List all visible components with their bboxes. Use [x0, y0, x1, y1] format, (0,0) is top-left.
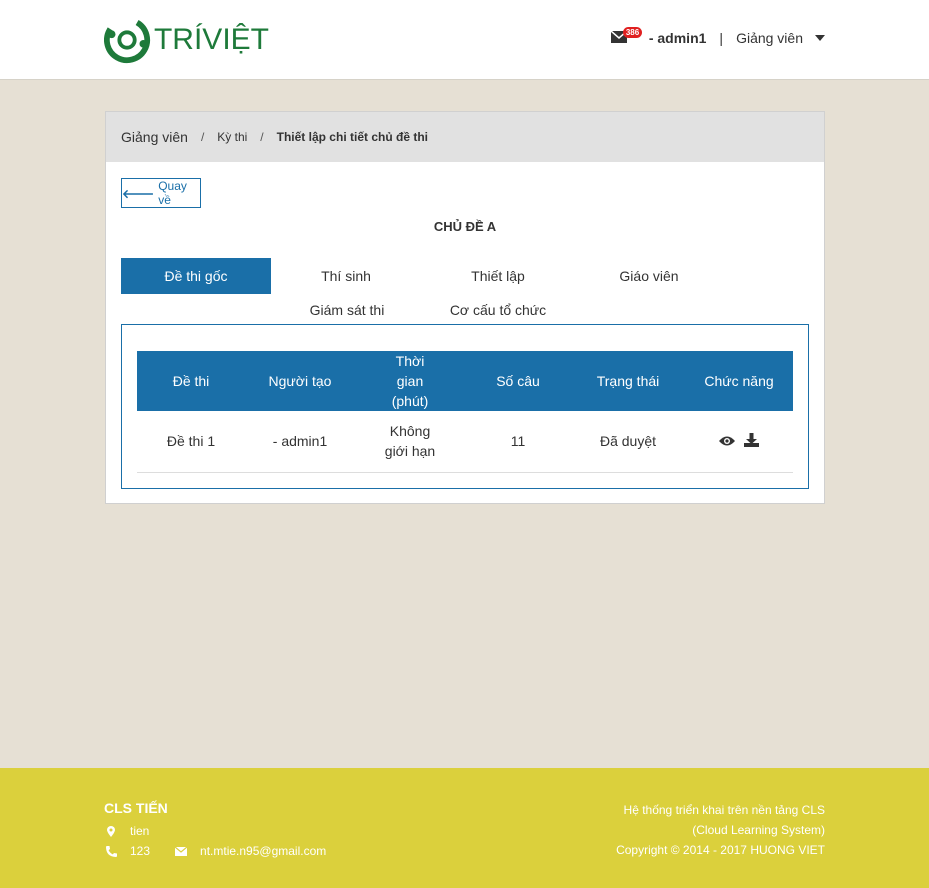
logo[interactable]: TRÍVIỆT — [104, 13, 269, 67]
main-panel: Giảng viên / Kỳ thi / Thiết lập chi tiết… — [105, 111, 825, 504]
footer-location: tien — [130, 824, 150, 838]
tab-org-structure[interactable]: Cơ cấu tổ chức — [423, 292, 573, 328]
username[interactable]: - admin1 — [649, 30, 707, 46]
tab-proctors[interactable]: Giám sát thi — [272, 292, 422, 328]
download-icon[interactable] — [744, 432, 760, 452]
cell-exam-name: Đề thi 1 — [137, 411, 245, 473]
logo-icon — [104, 16, 151, 64]
phone-icon — [104, 845, 118, 857]
cell-status: Đã duyệt — [571, 411, 685, 473]
header-separator: | — [719, 30, 724, 46]
cell-actions — [685, 411, 793, 473]
breadcrumb-item-lecturer[interactable]: Giảng viên — [121, 129, 188, 145]
tab-original-exam[interactable]: Đề thi gốc — [121, 258, 271, 294]
back-button-label: Quay về — [158, 179, 187, 207]
header-actions: Chức năng — [685, 351, 793, 411]
breadcrumb-separator: / — [260, 130, 264, 144]
footer-contact: CLS TIẾN tien 123 nt.mtie.n95@gmail.com — [104, 800, 326, 861]
header-time: Thời gian (phút) — [355, 351, 465, 411]
exam-table: Đề thi Người tạo Thời gian (phút) Số câu… — [137, 351, 793, 473]
footer-location-row: tien — [104, 821, 326, 841]
breadcrumb: Giảng viên / Kỳ thi / Thiết lập chi tiết… — [106, 112, 824, 162]
footer-title: CLS TIẾN — [104, 800, 168, 816]
tab-settings[interactable]: Thiết lập — [423, 258, 573, 294]
header-exam: Đề thi — [137, 351, 245, 411]
footer-copyright: Copyright © 2014 - 2017 HUONG VIET — [616, 843, 825, 857]
breadcrumb-item-exam[interactable]: Kỳ thi — [217, 130, 247, 144]
footer: CLS TIẾN tien 123 nt.mtie.n95@gmail.com … — [0, 768, 929, 888]
breadcrumb-item-current: Thiết lập chi tiết chủ đề thi — [276, 130, 428, 144]
page-title: CHỦ ĐỀ A — [433, 219, 497, 234]
arrow-left-icon: 🡐 — [122, 186, 155, 201]
footer-info: Hệ thống triển khai trên nền tảng CLS (C… — [616, 800, 825, 860]
cell-questions: 11 — [465, 411, 571, 473]
envelope-icon — [174, 846, 188, 856]
map-marker-icon — [104, 825, 118, 837]
header-status: Trạng thái — [571, 351, 685, 411]
footer-email[interactable]: nt.mtie.n95@gmail.com — [200, 844, 326, 858]
user-area: 386 - admin1 | Giảng viên — [610, 27, 825, 46]
footer-phone: 123 — [130, 844, 151, 858]
eye-icon[interactable] — [718, 432, 735, 452]
top-header: TRÍVIỆT 386 - admin1 | Giảng viên — [0, 0, 929, 80]
exam-content-box: Đề thi Người tạo Thời gian (phút) Số câu… — [121, 324, 809, 489]
footer-platform-text: Hệ thống triển khai trên nền tảng CLS — [623, 803, 825, 817]
table-header-row: Đề thi Người tạo Thời gian (phút) Số câu… — [137, 351, 793, 411]
header-questions: Số câu — [465, 351, 571, 411]
tab-teachers[interactable]: Giáo viên — [574, 258, 724, 294]
table-row: Đề thi 1 - admin1 Không giới hạn 11 Đã d… — [137, 411, 793, 473]
cell-creator: - admin1 — [245, 411, 355, 473]
header-creator: Người tạo — [245, 351, 355, 411]
mail-count-badge: 386 — [622, 27, 643, 38]
caret-down-icon[interactable] — [815, 35, 825, 41]
role-dropdown[interactable]: Giảng viên — [736, 30, 803, 46]
logo-text: TRÍVIỆT — [153, 23, 269, 56]
footer-cls-text: (Cloud Learning System) — [692, 823, 825, 837]
cell-time: Không giới hạn — [355, 411, 465, 473]
breadcrumb-separator: / — [200, 130, 205, 144]
back-button[interactable]: 🡐 Quay về — [121, 178, 201, 208]
tab-candidates[interactable]: Thí sinh — [271, 258, 421, 294]
footer-phone-row: 123 nt.mtie.n95@gmail.com — [104, 841, 326, 861]
mail-button[interactable]: 386 — [610, 27, 643, 45]
